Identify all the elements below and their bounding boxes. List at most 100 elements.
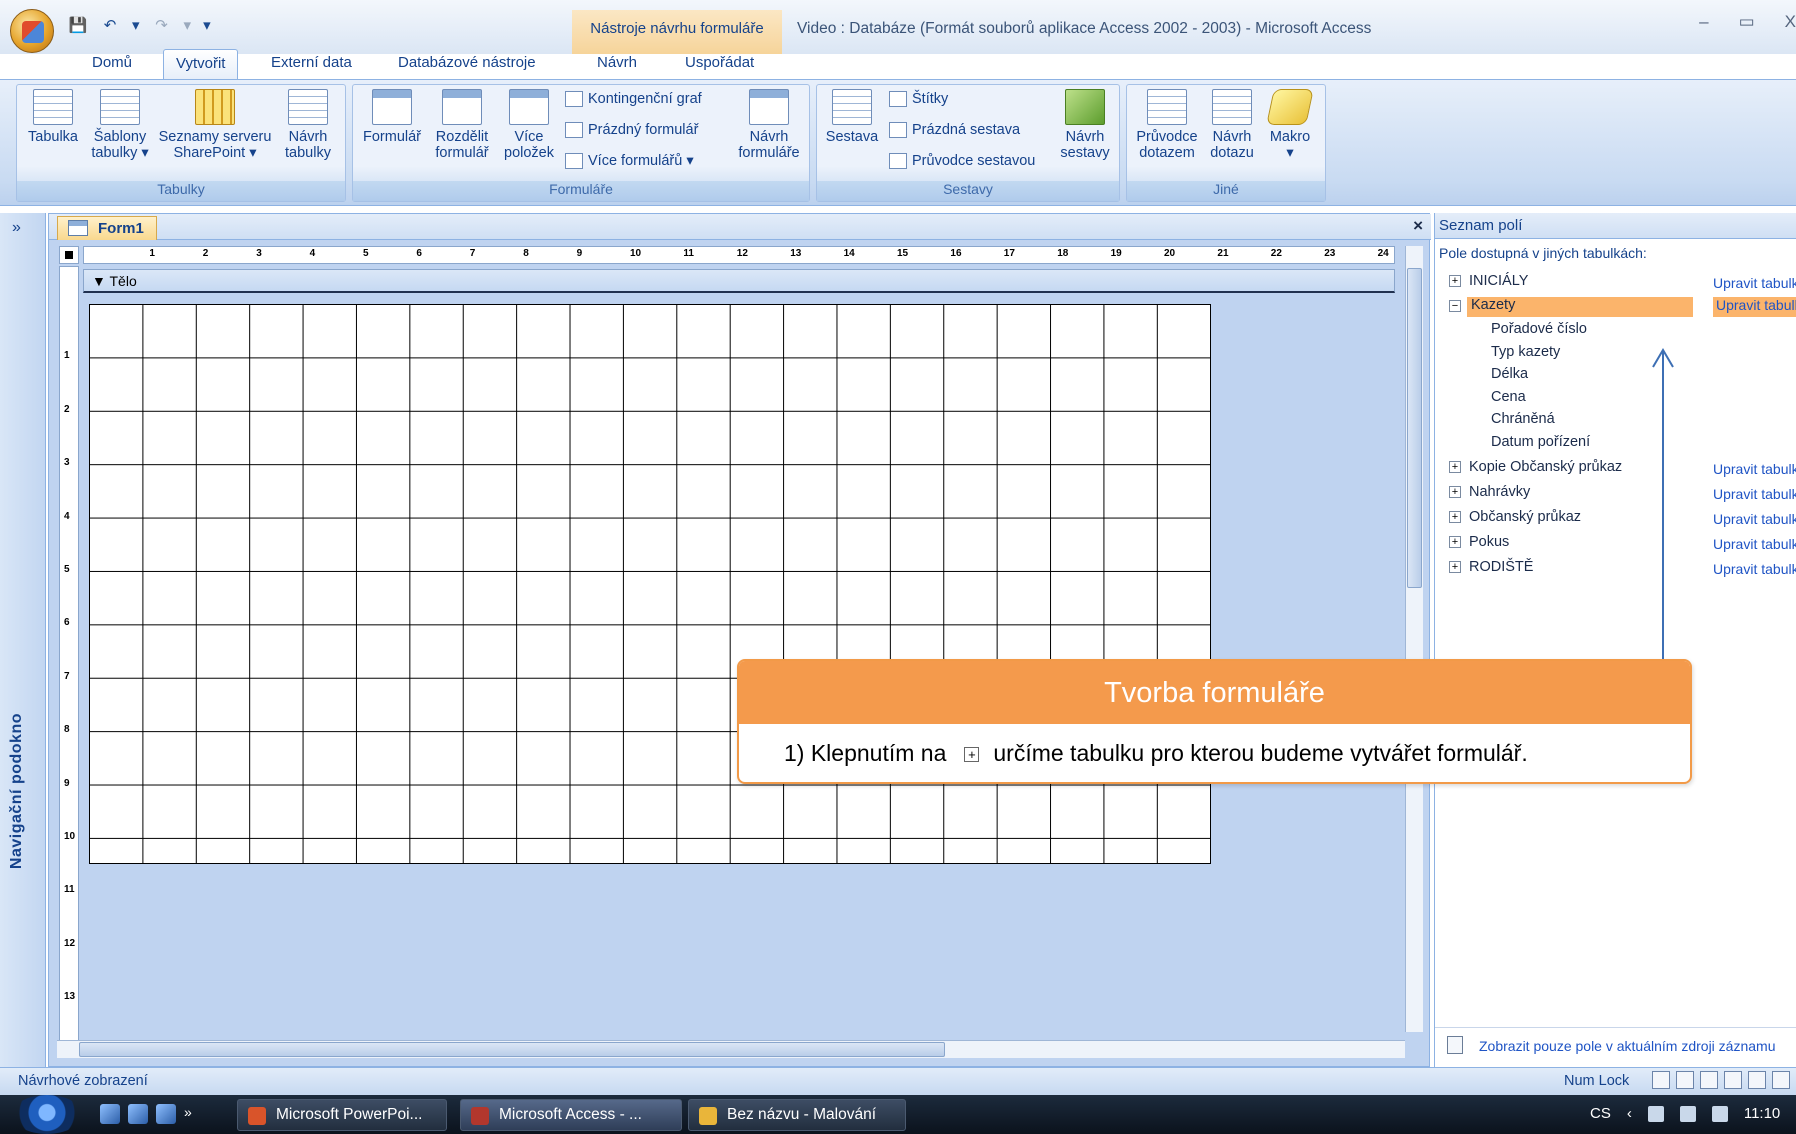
pruvodce-sestavou-button[interactable]: Průvodce sestavou — [889, 153, 1035, 169]
navrh-tabulky-button[interactable]: Návrh tabulky — [275, 89, 341, 161]
table-name[interactable]: Pokus — [1469, 534, 1509, 550]
horizontal-scrollbar[interactable] — [57, 1040, 1405, 1058]
sablony-tabulky-button[interactable]: Šablony tabulky ▾ — [85, 89, 155, 161]
layout-view-icon[interactable] — [1748, 1071, 1766, 1089]
formular-button[interactable]: Formulář — [357, 89, 427, 145]
field-item[interactable]: Cena — [1491, 389, 1526, 405]
kontingencni-graf-button[interactable]: Kontingenční graf — [565, 91, 702, 107]
task-access[interactable]: Microsoft Access - ... — [460, 1099, 682, 1131]
close-window-button[interactable]: X — [1785, 12, 1796, 32]
customize-qat-icon[interactable]: ▾ — [203, 16, 211, 34]
field-item[interactable]: Délka — [1491, 366, 1528, 382]
volume-icon[interactable] — [1711, 1105, 1728, 1122]
pruvodce-dotazem-button[interactable]: Průvodce dotazem — [1131, 89, 1203, 161]
rozdelit-formular-button[interactable]: Rozdělit formulář — [427, 89, 497, 161]
document-tab-form1[interactable]: Form1 — [57, 216, 157, 240]
field-item[interactable]: Pořadové číslo — [1491, 321, 1587, 337]
save-icon[interactable]: 💾 — [68, 16, 88, 34]
table-name[interactable]: INICIÁLY — [1469, 273, 1528, 289]
edit-table-link[interactable]: Upravit tabulku — [1713, 536, 1796, 552]
task-paint[interactable]: Bez názvu - Malování — [688, 1099, 906, 1131]
clock[interactable]: 11:10 — [1744, 1105, 1780, 1122]
minimize-button[interactable]: – — [1699, 12, 1708, 32]
restore-button[interactable]: ▭ — [1739, 12, 1755, 32]
undo-icon[interactable]: ↶ — [100, 16, 120, 34]
language-indicator[interactable]: CS — [1590, 1105, 1611, 1122]
edit-table-link[interactable]: Upravit tabulku — [1713, 511, 1796, 527]
sestava-button[interactable]: Sestava — [821, 89, 883, 145]
office-button[interactable] — [10, 9, 54, 53]
collapse-icon[interactable]: − — [1449, 300, 1461, 312]
tray-app-icon[interactable] — [1647, 1105, 1664, 1122]
edit-table-link[interactable]: Upravit tabulku — [1713, 561, 1796, 577]
vice-polozek-button[interactable]: Více položek — [497, 89, 561, 161]
field-list-table-row[interactable]: + Kopie Občanský průkaz Upravit tabulku — [1449, 457, 1796, 479]
redo-icon[interactable]: ↷ — [152, 16, 172, 34]
internet-explorer-icon[interactable] — [156, 1104, 176, 1124]
edit-table-link[interactable]: Upravit tabulku — [1713, 297, 1796, 317]
vice-formularu-button[interactable]: Více formulářů ▾ — [565, 153, 694, 169]
expand-icon[interactable]: + — [1449, 275, 1461, 287]
datasheet-view-icon[interactable] — [1676, 1071, 1694, 1089]
expand-icon[interactable]: + — [1449, 486, 1461, 498]
expand-icon[interactable]: + — [1449, 511, 1461, 523]
field-list-table-row[interactable]: + Občanský průkaz Upravit tabulku — [1449, 507, 1796, 529]
field-item[interactable]: Typ kazety — [1491, 344, 1560, 360]
start-button[interactable] — [12, 1095, 82, 1134]
close-document-button[interactable]: × — [1413, 216, 1423, 236]
field-list-table-row[interactable]: + Pokus Upravit tabulku — [1449, 532, 1796, 554]
field-item[interactable]: Datum pořízení — [1491, 434, 1590, 450]
undo-dropdown-icon[interactable]: ▾ — [132, 16, 140, 34]
navrh-formulare-button[interactable]: Návrh formuláře — [733, 89, 805, 161]
tab-navrh[interactable]: Návrh — [597, 54, 637, 71]
table-name[interactable]: Nahrávky — [1469, 484, 1530, 500]
field-list-table-row[interactable]: + INICIÁLY Upravit tabulku — [1449, 271, 1796, 293]
task-powerpoint[interactable]: Microsoft PowerPoi... — [237, 1099, 447, 1131]
tab-domu[interactable]: Domů — [92, 54, 132, 71]
redo-dropdown-icon[interactable]: ▾ — [184, 16, 192, 34]
navrh-sestavy-button[interactable]: Návrh sestavy — [1053, 89, 1117, 161]
field-list-table-row[interactable]: −Kazety Upravit tabulku — [1449, 296, 1796, 318]
network-icon[interactable] — [1679, 1105, 1696, 1122]
show-hidden-icons[interactable]: ‹ — [1627, 1105, 1632, 1122]
tab-databazove-nastroje[interactable]: Databázové nástroje — [398, 54, 536, 71]
table-name[interactable]: RODIŠTĚ — [1469, 559, 1533, 575]
horizontal-scroll-thumb[interactable] — [79, 1042, 945, 1057]
expand-icon[interactable]: + — [1449, 561, 1461, 573]
makro-button[interactable]: Makro ▾ — [1261, 89, 1319, 161]
table-name[interactable]: Občanský průkaz — [1469, 509, 1581, 525]
form-selector[interactable] — [59, 246, 79, 264]
tab-externi-data[interactable]: Externí data — [271, 54, 352, 71]
show-current-fields-link[interactable]: Zobrazit pouze pole v aktuálním zdroji z… — [1435, 1027, 1796, 1061]
field-list-table-row[interactable]: + RODIŠTĚ Upravit tabulku — [1449, 557, 1796, 579]
field-list-table-row[interactable]: + Nahrávky Upravit tabulku — [1449, 482, 1796, 504]
tab-vytvorit[interactable]: Vytvořit — [163, 49, 239, 80]
edit-table-link[interactable]: Upravit tabulku — [1713, 486, 1796, 502]
navrh-dotazu-button[interactable]: Návrh dotazu — [1203, 89, 1261, 161]
vertical-scrollbar[interactable] — [1405, 246, 1423, 1032]
table-name[interactable]: Kopie Občanský průkaz — [1469, 459, 1622, 475]
vertical-scroll-thumb[interactable] — [1407, 268, 1422, 588]
navigation-pane[interactable]: » Navigační podokno — [0, 213, 46, 1067]
prazdna-sestava-button[interactable]: Prázdná sestava — [889, 122, 1020, 138]
sharepoint-lists-button[interactable]: Seznamy serveru SharePoint ▾ — [155, 89, 275, 161]
design-view-icon[interactable] — [1772, 1071, 1790, 1089]
expand-icon[interactable]: + — [1449, 536, 1461, 548]
prazdny-formular-button[interactable]: Prázdný formulář — [565, 122, 698, 138]
section-header-telo[interactable]: ▼ Tělo — [83, 269, 1395, 293]
expand-nav-icon[interactable]: » — [12, 219, 21, 237]
edit-table-link[interactable]: Upravit tabulku — [1713, 275, 1796, 291]
switch-windows-icon[interactable] — [128, 1104, 148, 1124]
expand-icon[interactable]: + — [1449, 461, 1461, 473]
pivot-table-view-icon[interactable] — [1700, 1071, 1718, 1089]
field-item[interactable]: Chráněná — [1491, 411, 1555, 427]
stitky-button[interactable]: Štítky — [889, 91, 948, 107]
tabulka-button[interactable]: Tabulka — [21, 89, 85, 145]
show-desktop-icon[interactable] — [100, 1104, 120, 1124]
table-name[interactable]: Kazety — [1467, 297, 1693, 317]
quick-launch-more-icon[interactable]: » — [184, 1104, 192, 1124]
tab-usporadat[interactable]: Uspořádat — [685, 54, 754, 71]
pivot-chart-view-icon[interactable] — [1724, 1071, 1742, 1089]
form-view-icon[interactable] — [1652, 1071, 1670, 1089]
edit-table-link[interactable]: Upravit tabulku — [1713, 461, 1796, 477]
